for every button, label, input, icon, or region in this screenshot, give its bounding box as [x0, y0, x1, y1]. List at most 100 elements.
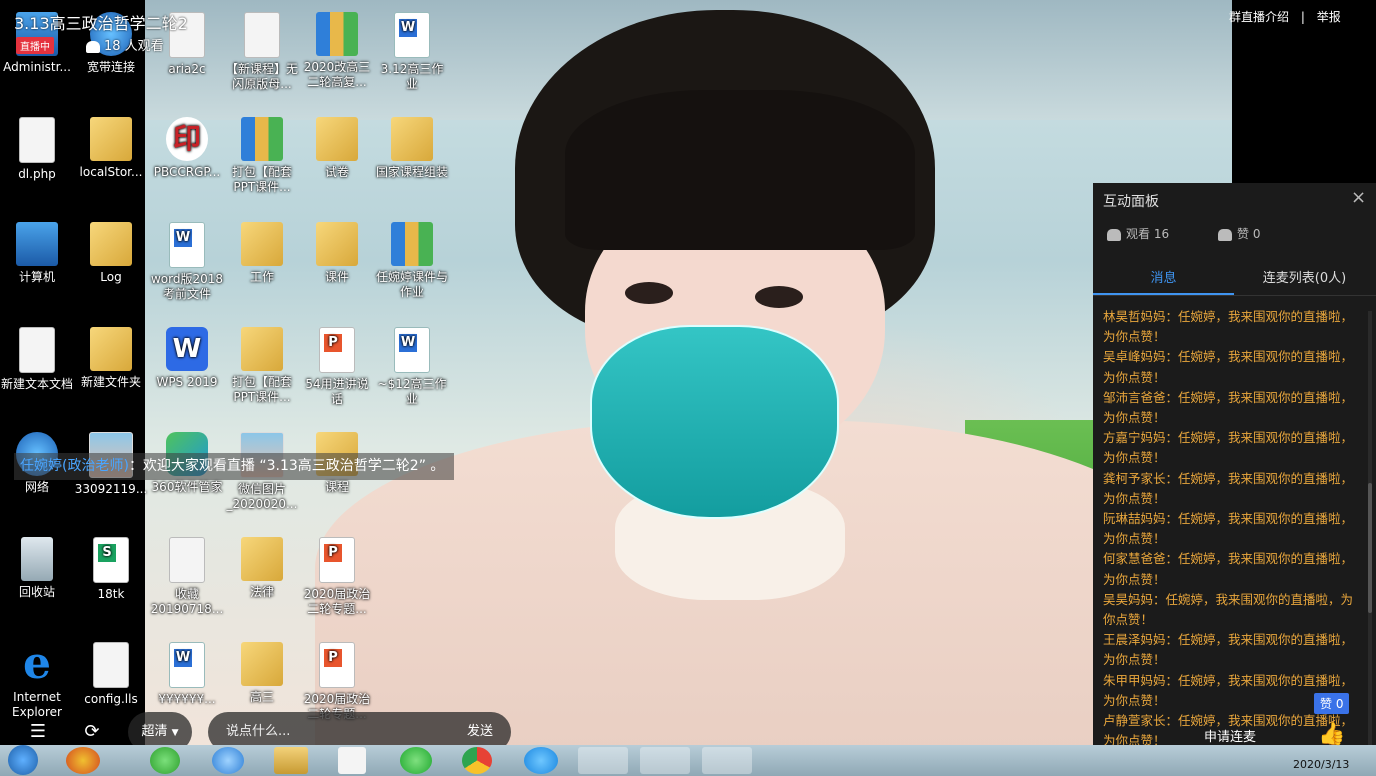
desktop-icon[interactable]: 收藏20190718... [150, 537, 224, 617]
desktop-icon[interactable]: 54用进讲说话 [300, 327, 374, 407]
desktop-icon-label: Log [100, 270, 122, 284]
desktop-icon[interactable]: 2020届政治二轮专题... [300, 642, 374, 722]
desktop-icon-label: 课件 [324, 270, 349, 284]
caret-down-icon: ▼ [171, 728, 179, 738]
taskbar-app-icon[interactable] [66, 747, 100, 774]
taskbar-app-icon[interactable] [524, 747, 558, 774]
desktop-icon[interactable]: 试卷 [300, 117, 374, 180]
report-link[interactable]: 举报 [1317, 10, 1341, 24]
desktop-icon[interactable]: 计算机 [0, 222, 74, 285]
close-icon[interactable]: × [1351, 187, 1366, 208]
viewer-count: 18 人观看 [86, 35, 164, 54]
chat-message: 吴昊妈妈：任婉婷，我来围观你的直播啦，为你点赞！ [1103, 591, 1354, 628]
desktop-icon-label: 【新课程】无闪原版母... [225, 62, 298, 91]
taskbar-app-icon[interactable] [212, 747, 244, 774]
desktop-icon[interactable]: 3.12高三作业 [375, 12, 449, 92]
desktop-icon-label: PBCCRGP... [153, 165, 221, 179]
word-icon [394, 327, 430, 373]
desktop-icon[interactable]: word版2018考前文件 [150, 222, 224, 302]
ppt-icon [319, 537, 355, 583]
tab-mic-list[interactable]: 连麦列表(0人) [1234, 267, 1375, 286]
desktop-icon-label: 18tk [97, 587, 125, 601]
desktop-icon-label: 新建文本文档 [0, 377, 73, 391]
desktop-icon[interactable]: 打包【配套PPT课件... [225, 117, 299, 195]
desktop-icon[interactable]: dl.php [0, 117, 74, 182]
desktop-icon[interactable]: 法律 [225, 537, 299, 600]
ppt-icon [319, 642, 355, 688]
desktop-icon-label: 微信图片_2020020... [226, 482, 298, 511]
zip-icon [391, 222, 433, 266]
desktop-icon[interactable]: 工作 [225, 222, 299, 285]
desktop-icon[interactable]: 2020届政治二轮专题... [300, 537, 374, 617]
desktop-icon[interactable]: 国家课程组装 [375, 117, 449, 180]
chat-message: 吴卓峰妈妈：任婉婷，我来围观你的直播啦，为你点赞！ [1103, 349, 1354, 385]
desktop-icon-label: 法律 [249, 585, 274, 599]
link-separator: | [1300, 10, 1305, 24]
desktop-icon[interactable]: Log [74, 222, 148, 285]
desktop-icon-label: 新建文件夹 [80, 375, 141, 389]
people-icon [86, 40, 100, 53]
doc-icon [169, 537, 205, 583]
chip-icon: 印 [166, 117, 208, 161]
taskbar-app-icon[interactable] [578, 747, 628, 774]
folder-icon [90, 117, 132, 161]
desktop-icon[interactable]: 打包【配套PPT课件... [225, 327, 299, 405]
doc-icon [93, 642, 129, 688]
desktop-icon-label: 360软件管家 [151, 480, 223, 494]
scene-eye-left [625, 282, 673, 304]
desktop-icon[interactable]: 高三 [225, 642, 299, 705]
desktop-icon-label: 国家课程组装 [375, 165, 448, 179]
desktop-icon[interactable]: config.lls [74, 642, 148, 707]
tab-messages[interactable]: 消息 [1093, 267, 1234, 286]
welcome-teacher-name[interactable]: 任婉婷(政治老师) [20, 458, 129, 474]
zip-icon [316, 12, 358, 56]
people-icon [1107, 228, 1121, 241]
taskbar-app-icon[interactable] [702, 747, 752, 774]
desktop-icon[interactable]: ¥¥¥¥¥¥... [150, 642, 224, 707]
like-badge: 赞 0 [1314, 693, 1350, 714]
desktop-icon[interactable]: W WPS 2019 [150, 327, 224, 390]
desktop-icon[interactable]: 任婉婷课件与作业 [375, 222, 449, 300]
live-badge: 直播中 [16, 37, 54, 54]
desktop-icon[interactable]: 回收站 [0, 537, 74, 600]
desktop-icon[interactable]: 2020改高三二轮高复... [300, 12, 374, 90]
desktop-icon[interactable]: 新建文件夹 [74, 327, 148, 390]
doc-icon [244, 12, 280, 58]
apply-mic-button[interactable]: 申请连麦 [1204, 726, 1256, 745]
desktop-icon-label: aria2c [168, 62, 206, 76]
desktop-icon[interactable]: 【新课程】无闪原版母... [225, 12, 299, 92]
desktop-icon[interactable]: 新建文本文档 [0, 327, 74, 392]
start-button[interactable] [8, 745, 38, 775]
word-icon [394, 12, 430, 58]
desktop-icon[interactable]: 课件 [300, 222, 374, 285]
desktop-icon[interactable]: 18tk [74, 537, 148, 602]
taskbar-folder-icon[interactable] [274, 747, 308, 774]
folder-icon [241, 222, 283, 266]
message-scroll-thumb[interactable] [1368, 483, 1372, 613]
desktop-icon-label: Administr... [3, 60, 71, 74]
desktop-icon-label: ¥¥¥¥¥¥... [158, 692, 216, 706]
top-links: 群直播介绍 | 举报 [1229, 8, 1349, 25]
desktop-icon-label: 2020届政治二轮专题... [303, 587, 371, 616]
group-live-intro-link[interactable]: 群直播介绍 [1229, 10, 1289, 24]
thumbs-up-icon[interactable]: 👍 [1318, 722, 1345, 747]
tab-active-indicator [1093, 293, 1234, 295]
panel-like-stat[interactable]: 赞 0 [1218, 225, 1260, 242]
desktop-icon[interactable]: 印 PBCCRGP... [150, 117, 224, 180]
wechat-icon[interactable] [400, 747, 432, 774]
desktop-icon[interactable]: localStor... [74, 117, 148, 180]
taskbar-app-icon[interactable] [150, 747, 180, 774]
folder-icon [391, 117, 433, 161]
desktop-icon-label: 打包【配套PPT课件... [231, 165, 292, 194]
desktop-icon[interactable]: e Internet Explorer [0, 642, 74, 720]
chrome-icon[interactable] [462, 747, 492, 774]
desktop-icon[interactable]: ~$12高三作业 [375, 327, 449, 407]
chat-message: 阮琳喆妈妈：任婉婷，我来围观你的直播啦，为你点赞！ [1103, 511, 1354, 547]
desktop-icon-label: 收藏20190718... [150, 587, 224, 616]
folder-icon [241, 537, 283, 581]
scene-mask [590, 325, 839, 519]
interactive-panel: 互动面板 × 观看 16 赞 0 消息 连麦列表(0人) 林昊哲妈妈：任婉婷，我… [1093, 183, 1376, 754]
desktop-icon-label: 任婉婷课件与作业 [375, 270, 448, 299]
taskbar-app-icon[interactable] [338, 747, 366, 774]
taskbar-wps-icon[interactable] [640, 747, 690, 774]
